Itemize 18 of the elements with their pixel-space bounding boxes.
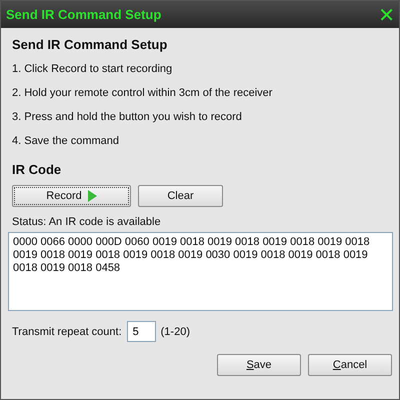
clear-button[interactable]: Clear bbox=[138, 185, 223, 207]
instruction-step: 3. Press and hold the button you wish to record bbox=[12, 108, 392, 132]
close-button[interactable]: ✕ bbox=[378, 4, 395, 24]
repeat-count-field[interactable]: 5 bbox=[126, 321, 156, 342]
window-title: Send IR Command Setup bbox=[6, 7, 162, 22]
range-hint: (1-20) bbox=[160, 326, 190, 338]
cancel-button[interactable]: Cancel bbox=[308, 354, 392, 376]
status-text: Status: An IR code is available bbox=[12, 216, 162, 228]
repeat-count-label: Transmit repeat count: bbox=[12, 326, 122, 338]
instruction-step: 2. Hold your remote control within 3cm of the receiver bbox=[12, 84, 392, 108]
section-heading: IR Code bbox=[12, 162, 62, 177]
instruction-step: 4. Save the command bbox=[12, 132, 392, 156]
instruction-step: 1. Click Record to start recording bbox=[12, 60, 392, 84]
save-button[interactable]: Save bbox=[217, 354, 301, 376]
play-icon bbox=[88, 190, 97, 202]
ir-code-field[interactable]: 0000 0066 0000 000D 0060 0019 0018 0019 0018 0019 0018 0019 0018 0019 0018 0019 0018 0019 0018 0019 0030 0019 0018 0019 0018 0019 0018 0019 0018 0458 bbox=[8, 232, 393, 311]
record-button[interactable]: Record bbox=[12, 185, 131, 207]
dialog-heading: Send IR Command Setup bbox=[12, 37, 168, 52]
